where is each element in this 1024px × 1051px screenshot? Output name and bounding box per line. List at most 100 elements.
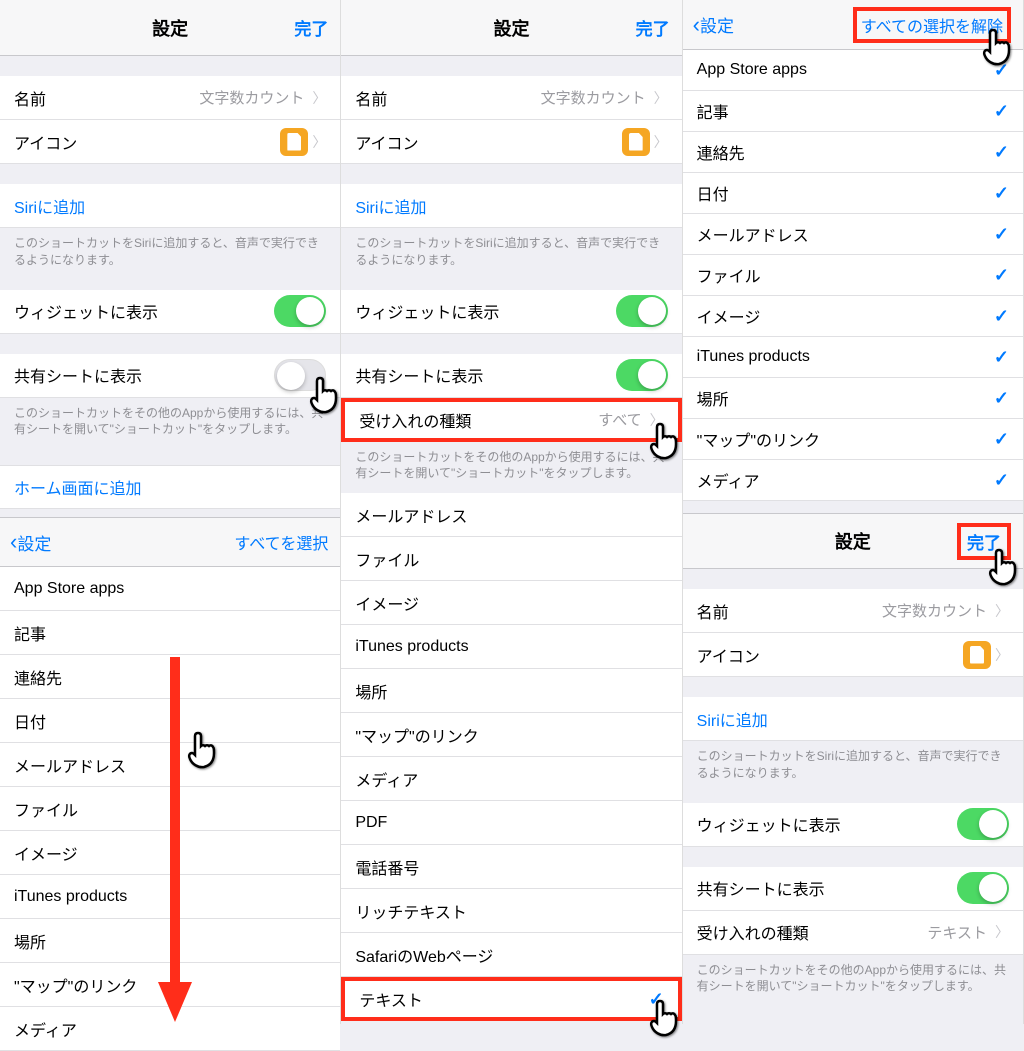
doc-icon [622,128,650,156]
type-row[interactable]: "マップ"のリンク✓ [683,419,1023,460]
chevron-right-icon: 〉 [650,410,664,430]
widget-row[interactable]: ウィジェットに表示 [0,290,340,334]
type-row[interactable]: App Store apps [0,567,340,611]
type-row[interactable]: 場所 [341,669,681,713]
type-row[interactable]: SafariのWebページ [341,933,681,977]
share-row[interactable]: 共有シートに表示 [341,354,681,398]
checkmark-icon: ✓ [649,989,664,1010]
widget-toggle[interactable] [274,295,326,327]
checkmark-icon: ✓ [994,306,1009,327]
nav-title: 設定 [152,15,188,41]
widget-toggle[interactable] [616,295,668,327]
widget-row[interactable]: ウィジェットに表示 [341,290,681,334]
widget-toggle[interactable] [957,808,1009,840]
chevron-left-icon: ‹ [10,529,17,555]
share-row[interactable]: 共有シートに表示 [683,867,1023,911]
type-row[interactable]: メディア [341,757,681,801]
type-row[interactable]: イメージ [0,831,340,875]
type-row[interactable]: ファイル [0,787,340,831]
done-button[interactable]: 完了 [636,15,670,40]
accept-types-row[interactable]: 受け入れの種類 すべて 〉 [341,398,681,442]
back-button[interactable]: ‹ 設定 [693,12,734,38]
name-label: 名前 [14,86,199,110]
checkmark-icon: ✓ [994,265,1009,286]
type-row[interactable]: 電話番号 [341,845,681,889]
share-footer: このショートカットをその他のAppから使用するには、共有シートを開いて"ショート… [0,398,340,446]
icon-row[interactable]: アイコン 〉 [683,633,1023,677]
type-row[interactable]: 連絡先 [0,655,340,699]
checkmark-icon: ✓ [994,183,1009,204]
navbar: 設定 完了 [0,0,340,56]
back-button[interactable]: ‹ 設定 [10,529,51,555]
siri-add-row[interactable]: Siriに追加 [0,184,340,228]
type-row[interactable]: ファイル✓ [683,255,1023,296]
share-footer: このショートカットをその他のAppから使用するには、共有シートを開いて"ショート… [683,955,1023,1003]
select-all-button[interactable]: すべてを選択 [234,530,328,554]
checkmark-icon: ✓ [994,429,1009,450]
type-row[interactable]: メディア✓ [683,460,1023,501]
type-row[interactable]: メールアドレス [341,493,681,537]
type-row[interactable]: 場所 [0,919,340,963]
type-row[interactable]: メールアドレス [0,743,340,787]
share-toggle[interactable] [616,359,668,391]
nav-title: 設定 [493,15,529,41]
navbar: 設定 完了 [341,0,681,56]
type-row[interactable]: "マップ"のリンク [341,713,681,757]
type-row[interactable]: ファイル [341,537,681,581]
nav-title: 設定 [835,528,871,554]
checkmark-icon: ✓ [994,388,1009,409]
checkmark-icon: ✓ [994,224,1009,245]
name-row[interactable]: 名前 文字数カウント 〉 [683,589,1023,633]
share-toggle[interactable] [957,872,1009,904]
type-row-text[interactable]: テキスト ✓ [341,977,681,1021]
name-row[interactable]: 名前 文字数カウント 〉 [0,76,340,120]
siri-add-label: Siriに追加 [14,194,85,218]
widget-row[interactable]: ウィジェットに表示 [683,803,1023,847]
type-row[interactable]: メディア [0,1007,340,1051]
siri-footer: このショートカットをSiriに追加すると、音声で実行できるようになります。 [341,228,681,276]
type-row[interactable]: 記事✓ [683,91,1023,132]
icon-row[interactable]: アイコン 〉 [0,120,340,164]
checkmark-icon: ✓ [994,60,1009,81]
type-row[interactable]: イメージ [341,581,681,625]
chevron-right-icon: 〉 [654,88,668,108]
icon-label: アイコン [14,130,280,154]
deselect-all-button[interactable]: すべての選択を解除 [853,7,1011,43]
share-toggle[interactable] [274,359,326,391]
checkmark-icon: ✓ [994,142,1009,163]
chevron-left-icon: ‹ [693,12,700,38]
accept-types-row[interactable]: 受け入れの種類 テキスト 〉 [683,911,1023,955]
type-row[interactable]: PDF [341,801,681,845]
type-row[interactable]: "マップ"のリンク [0,963,340,1007]
type-row[interactable]: メールアドレス✓ [683,214,1023,255]
chevron-right-icon: 〉 [654,132,668,152]
home-add-label: ホーム画面に追加 [14,475,142,499]
chevron-right-icon: 〉 [312,132,326,152]
home-add-row[interactable]: ホーム画面に追加 [0,465,340,509]
type-row[interactable]: 場所✓ [683,378,1023,419]
navbar: ‹ 設定 すべてを選択 [0,517,340,567]
name-value: 文字数カウント [199,87,304,108]
icon-row[interactable]: アイコン 〉 [341,120,681,164]
share-row[interactable]: 共有シートに表示 [0,354,340,398]
doc-icon [280,128,308,156]
type-row[interactable]: App Store apps✓ [683,50,1023,91]
type-row[interactable]: iTunes products✓ [683,337,1023,378]
type-row[interactable]: iTunes products [341,625,681,669]
type-row[interactable]: iTunes products [0,875,340,919]
siri-footer: このショートカットをSiriに追加すると、音声で実行できるようになります。 [683,741,1023,789]
done-button[interactable]: 完了 [294,15,328,40]
chevron-right-icon: 〉 [312,88,326,108]
done-button[interactable]: 完了 [957,523,1011,560]
siri-add-row[interactable]: Siriに追加 [683,697,1023,741]
type-row[interactable]: リッチテキスト [341,889,681,933]
type-row[interactable]: 記事 [0,611,340,655]
type-row[interactable]: 日付✓ [683,173,1023,214]
name-row[interactable]: 名前 文字数カウント 〉 [341,76,681,120]
type-row[interactable]: 日付 [0,699,340,743]
type-row[interactable]: 連絡先✓ [683,132,1023,173]
chevron-right-icon: 〉 [995,645,1009,665]
type-row[interactable]: イメージ✓ [683,296,1023,337]
navbar: ‹ 設定 すべての選択を解除 [683,0,1023,50]
siri-add-row[interactable]: Siriに追加 [341,184,681,228]
